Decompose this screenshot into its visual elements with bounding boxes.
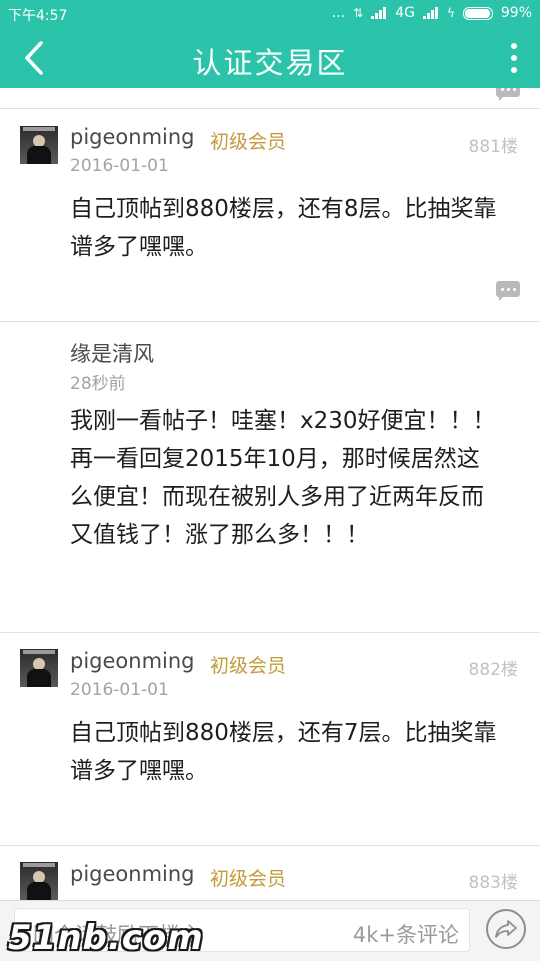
member-badge: 初级会员: [210, 655, 287, 677]
more-dot-icon: [511, 67, 517, 73]
nav-bar: 认证交易区: [0, 28, 540, 88]
post-item: pigeonming 初级会员 883楼: [0, 845, 540, 900]
charging-icon: ϟ: [446, 6, 455, 20]
avatar[interactable]: [20, 649, 58, 687]
network-type: 4G: [395, 5, 415, 21]
status-time: 下午4:57: [8, 8, 68, 24]
username[interactable]: pigeonming: [70, 862, 195, 886]
site-watermark: 51nb.com: [8, 918, 204, 958]
avatar[interactable]: [20, 126, 58, 164]
signal-icon-2: [422, 7, 439, 19]
post-item: pigeonming 初级会员 881楼 2016-01-01 自己顶帖到880…: [0, 108, 540, 322]
post-text: 自己顶帖到880楼层，还有7层。比抽奖靠谱多了嘿嘿。: [70, 720, 497, 784]
member-badge: 初级会员: [210, 868, 287, 890]
post-date: 28秒前: [70, 374, 126, 394]
data-arrows-icon: ⇅: [353, 6, 364, 20]
status-indicators: ... ⇅ 4G ϟ 99%: [332, 5, 532, 21]
floor-number: 883楼: [468, 873, 518, 893]
signal-icon: [371, 7, 387, 19]
floor-number: 882楼: [468, 660, 518, 680]
page-title: 认证交易区: [192, 46, 348, 80]
status-dots: ...: [331, 5, 346, 21]
post-text: 自己顶帖到880楼层，还有8层。比抽奖靠谱多了嘿嘿。: [70, 196, 497, 260]
username[interactable]: pigeonming: [70, 649, 195, 673]
post-text: 我刚一看帖子！哇塞！x230好便宜！！！再一看回复2015年10月，那时候居然这…: [70, 408, 496, 548]
battery-icon: [462, 6, 493, 20]
post-list[interactable]: pigeonming 初级会员 881楼 2016-01-01 自己顶帖到880…: [0, 88, 540, 900]
comment-count[interactable]: 4k+条评论: [353, 919, 459, 949]
more-menu-button[interactable]: [504, 38, 524, 78]
app-header: 下午4:57 ... ⇅ 4G ϟ 99% 认证交易区: [0, 0, 540, 88]
share-icon: [495, 920, 517, 938]
status-bar: 下午4:57 ... ⇅ 4G ϟ 99%: [0, 0, 540, 28]
username[interactable]: 缘是清风: [70, 338, 154, 368]
battery-percent: 99%: [500, 5, 532, 21]
post-item: pigeonming 初级会员 882楼 2016-01-01 自己顶帖到880…: [0, 632, 540, 846]
comment-icon[interactable]: [496, 88, 520, 101]
reply-item: 缘是清风 28秒前 我刚一看帖子！哇塞！x230好便宜！！！再一看回复2015年…: [0, 321, 540, 632]
post-date: 2016-01-01: [70, 680, 169, 700]
more-dot-icon: [511, 43, 517, 49]
username[interactable]: pigeonming: [70, 125, 195, 149]
member-badge: 初级会员: [210, 131, 287, 153]
share-button[interactable]: [486, 909, 526, 949]
floor-number: 881楼: [468, 137, 518, 157]
more-dot-icon: [511, 55, 517, 61]
comment-icon[interactable]: [496, 281, 520, 301]
post-date: 2016-01-01: [70, 156, 169, 176]
avatar[interactable]: [20, 862, 58, 900]
